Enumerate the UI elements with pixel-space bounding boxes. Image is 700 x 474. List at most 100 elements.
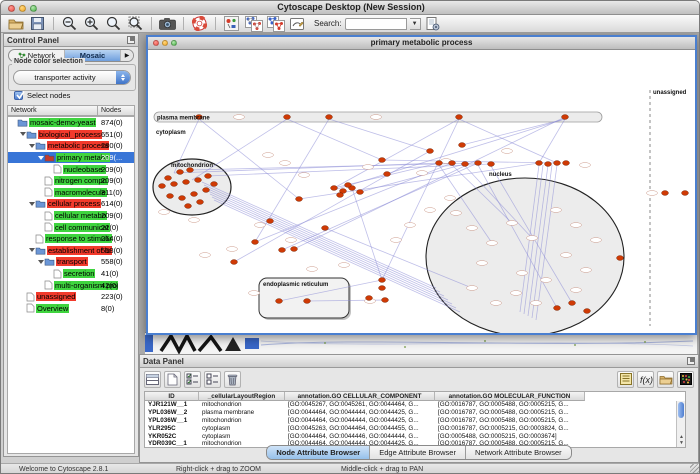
network-node-small[interactable] [371, 115, 382, 120]
network-node-small[interactable] [591, 238, 602, 243]
network-node[interactable] [165, 176, 172, 181]
table-cell[interactable]: [GO:0044464, GO:0044444, GO:0044425, G..… [285, 417, 435, 425]
tree-item[interactable]: primary metabo209(... [8, 152, 134, 164]
network-node-small[interactable] [491, 301, 502, 306]
table-cell[interactable]: YPL036W__1 [145, 417, 199, 425]
network-node[interactable] [331, 186, 338, 191]
network-node[interactable] [584, 309, 591, 314]
network-node[interactable] [357, 190, 364, 195]
network-node[interactable] [462, 162, 469, 167]
network-view-window[interactable]: primary metabolic process plasma membran… [146, 35, 697, 335]
network-node[interactable] [488, 162, 495, 167]
tab-node-attribute-browser[interactable]: Node Attribute Browser [267, 446, 370, 459]
expander-icon[interactable] [19, 132, 26, 136]
vizmapper-icon[interactable] [222, 16, 241, 32]
tree-item[interactable]: macromolecule311(0) [8, 187, 134, 199]
network-node-small[interactable] [531, 301, 542, 306]
network-node-small[interactable] [527, 236, 538, 241]
network-node-small[interactable] [445, 196, 456, 201]
tree-item[interactable]: nucleobase-209(0) [8, 163, 134, 175]
network-node-small[interactable] [541, 278, 552, 283]
network-canvas[interactable]: plasma membranecytoplasmmitochondrionnuc… [148, 50, 695, 333]
tree-item[interactable]: cell communicat22(0) [8, 221, 134, 233]
table-cell[interactable]: YPL036W__2 [145, 409, 199, 417]
network-node[interactable] [296, 197, 303, 202]
network-node[interactable] [617, 256, 624, 261]
network-node-small[interactable] [580, 163, 591, 168]
new-network-selected-edges-icon[interactable] [266, 16, 285, 32]
import-attributes-icon[interactable] [657, 371, 674, 388]
network-node-small[interactable] [467, 226, 478, 231]
save-icon[interactable] [28, 16, 47, 32]
network-node[interactable] [379, 278, 386, 283]
network-node-small[interactable] [417, 171, 428, 176]
network-node-small[interactable] [159, 210, 170, 215]
tree-item[interactable]: cellular metabo209(0) [8, 210, 134, 222]
table-cell[interactable]: plasma membrane [199, 409, 285, 417]
network-node-small[interactable] [451, 211, 462, 216]
network-node-small[interactable] [307, 267, 318, 272]
network-node-small[interactable] [502, 149, 513, 154]
network-edge[interactable] [204, 185, 440, 292]
table-cell[interactable]: [GO:0016787, GO:0005488, GO:0005215, G..… [435, 409, 585, 417]
network-node[interactable] [203, 188, 210, 193]
network-node[interactable] [171, 182, 178, 187]
network-node-small[interactable] [507, 221, 518, 226]
network-node[interactable] [304, 299, 311, 304]
network-node[interactable] [177, 170, 184, 175]
attribute-create-icon[interactable] [164, 371, 181, 388]
network-node[interactable] [379, 158, 386, 163]
new-network-selected-nodes-icon[interactable] [244, 16, 263, 32]
attribute-editor-icon[interactable] [617, 371, 634, 388]
annotation-icon[interactable] [288, 16, 307, 32]
zoom-fit-icon[interactable] [104, 16, 123, 32]
tree-item[interactable]: biological_process651(0) [8, 129, 134, 141]
tree-item[interactable]: nitrogen compo209(0) [8, 175, 134, 187]
network-node[interactable] [326, 115, 333, 120]
network-node[interactable] [366, 296, 373, 301]
expander-icon[interactable] [28, 248, 35, 252]
network-edge[interactable] [329, 119, 430, 151]
network-node-small[interactable] [280, 161, 291, 166]
network-node-small[interactable] [425, 208, 436, 213]
help-lifesaver-icon[interactable] [190, 16, 209, 32]
attribute-unselect-all-icon[interactable] [204, 371, 221, 388]
network-node[interactable] [267, 219, 274, 224]
network-node[interactable] [197, 200, 204, 205]
network-node-small[interactable] [571, 288, 582, 293]
table-cell[interactable]: YLR295C [145, 424, 199, 432]
network-node[interactable] [459, 143, 466, 148]
network-node-small[interactable] [561, 253, 572, 258]
network-node-small[interactable] [571, 223, 582, 228]
attribute-delete-icon[interactable] [224, 371, 241, 388]
attribute-select-icon[interactable] [144, 371, 161, 388]
network-node[interactable] [554, 161, 561, 166]
network-node[interactable] [449, 161, 456, 166]
search-config-icon[interactable] [424, 16, 443, 32]
table-cell[interactable]: [GO:0045267, GO:0045261, GO:0044464, G..… [285, 401, 435, 409]
network-node-small[interactable] [234, 115, 245, 120]
network-node-small[interactable] [363, 165, 374, 170]
table-row[interactable]: YPL036W__2plasma membrane[GO:0044464, GO… [145, 409, 685, 417]
tree-item[interactable]: Overview8(0) [8, 303, 134, 315]
network-node[interactable] [536, 161, 543, 166]
network-node[interactable] [382, 298, 389, 303]
network-node[interactable] [211, 182, 218, 187]
network-node[interactable] [322, 226, 329, 231]
scrollbar-thumb[interactable] [678, 402, 684, 418]
zoom-in-icon[interactable] [82, 16, 101, 32]
column-header-network[interactable]: Network [7, 105, 98, 116]
tree-item[interactable]: transport558(0) [8, 256, 134, 268]
network-node[interactable] [284, 115, 291, 120]
network-node[interactable] [159, 184, 166, 189]
network-node-small[interactable] [647, 191, 658, 196]
tree-item[interactable]: cellular process614(0) [8, 198, 134, 210]
network-node[interactable] [191, 192, 198, 197]
search-dropdown-icon[interactable]: ▼ [410, 18, 421, 30]
network-node[interactable] [276, 299, 283, 304]
table-cell[interactable]: YKR052C [145, 432, 199, 440]
tree-item[interactable]: multi-organism pro42(0) [8, 279, 134, 291]
network-node-small[interactable] [467, 286, 478, 291]
table-cell[interactable]: [GO:0044464, GO:0044444, GO:0044425, G..… [285, 409, 435, 417]
snapshot-camera-icon[interactable] [158, 16, 177, 32]
